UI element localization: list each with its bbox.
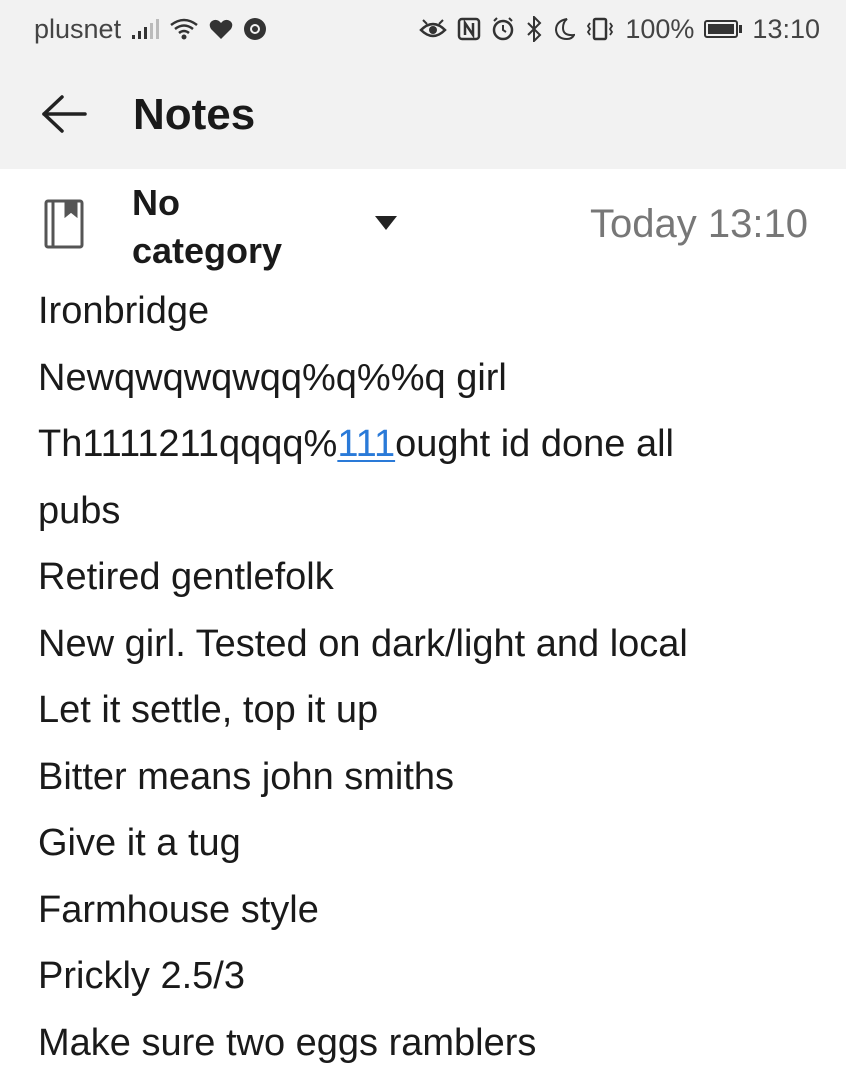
note-line: Farmhouse style [38, 877, 818, 944]
arrow-left-icon [40, 94, 88, 134]
alarm-icon [491, 17, 515, 41]
note-line: Ironbridge [38, 278, 818, 345]
clock: 13:10 [752, 14, 820, 45]
category-label: No category [132, 179, 332, 275]
eye-icon [419, 18, 447, 40]
note-text: Th1111211qqqq% [38, 423, 337, 465]
note-line: Th1111211qqqq%111ought id done all [38, 411, 818, 478]
note-line: Make sure two eggs ramblers [38, 1010, 818, 1076]
battery-body [704, 20, 738, 38]
notebook-icon [44, 199, 84, 254]
note-line: Bitter means john smiths [38, 744, 818, 811]
wifi-icon [169, 17, 199, 41]
battery-icon [704, 20, 742, 38]
note-meta-row: No category Today 13:10 [0, 169, 846, 279]
bluetooth-icon [525, 16, 543, 42]
page-title: Notes [133, 90, 255, 140]
battery-percent: 100% [625, 14, 694, 45]
battery-fill [708, 24, 734, 34]
category-dropdown[interactable]: No category [132, 179, 402, 271]
note-line: Let it settle, top it up [38, 677, 818, 744]
vibrate-icon [585, 17, 615, 41]
note-line: Give it a tug [38, 810, 818, 877]
triangle-down-icon [374, 215, 398, 236]
carrier-name: plusnet [34, 14, 121, 45]
status-bar-left: plusnet [34, 14, 267, 45]
phone-number-link[interactable]: 111 [337, 423, 395, 465]
battery-tip [739, 25, 742, 33]
note-line: Prickly 2.5/3 [38, 943, 818, 1010]
note-body-editor[interactable]: Ironbridge Newqwqwqwqq%q%%q girl Th11112… [38, 278, 818, 1076]
status-bar-right: 100% 13:10 [419, 14, 820, 45]
note-line: Newqwqwqwqq%q%%q girl [38, 345, 818, 412]
note-text: ought id done all [395, 423, 674, 465]
heart-icon [209, 18, 233, 40]
signal-icon [131, 18, 159, 40]
app-bar: Notes [0, 58, 846, 169]
note-line: Retired gentlefolk [38, 544, 818, 611]
back-button[interactable] [40, 92, 88, 136]
note-line: pubs [38, 478, 818, 545]
moon-icon [553, 17, 575, 41]
chrome-icon [243, 17, 267, 41]
status-bar: plusnet [0, 0, 846, 58]
note-date: Today 13:10 [590, 199, 808, 249]
nfc-icon [457, 17, 481, 41]
note-line: New girl. Tested on dark/light and local [38, 611, 818, 678]
